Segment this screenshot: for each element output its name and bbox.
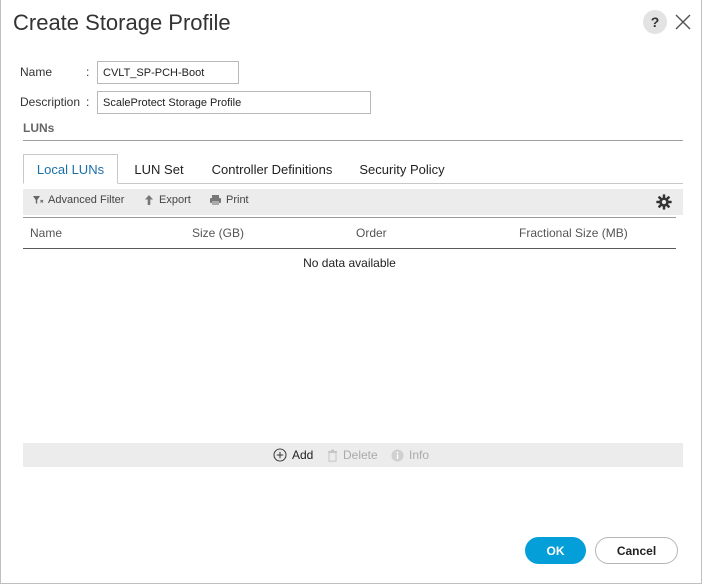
add-label: Add [292, 448, 314, 462]
export-label: Export [159, 194, 191, 206]
print-button[interactable]: Print [209, 194, 249, 206]
trash-icon [328, 449, 337, 462]
empty-table-message: No data available [303, 256, 396, 270]
tab-security-policy[interactable]: Security Policy [351, 154, 453, 184]
print-label: Print [226, 194, 249, 206]
description-label: Description [20, 95, 81, 109]
info-button[interactable]: Info [391, 448, 429, 462]
cancel-button[interactable]: Cancel [595, 537, 678, 564]
close-icon [675, 14, 691, 30]
description-input[interactable] [97, 91, 371, 114]
dialog-title: Create Storage Profile [13, 10, 231, 35]
table-toolbar: Advanced Filter Export Print [23, 189, 683, 215]
ok-button[interactable]: OK [525, 537, 586, 564]
name-colon: : [86, 65, 90, 79]
advanced-filter-button[interactable]: Advanced Filter [32, 194, 124, 206]
plus-circle-icon [273, 448, 287, 462]
table-header-top-rule [23, 217, 676, 218]
table-actions-bar: Add Delete Info [23, 443, 683, 467]
column-header-fractional-size[interactable]: Fractional Size (MB) [519, 226, 628, 240]
advanced-filter-label: Advanced Filter [48, 194, 125, 206]
table-header-bottom-rule [23, 248, 676, 249]
help-button[interactable]: ? [643, 10, 667, 34]
tab-controller-definitions[interactable]: Controller Definitions [205, 154, 339, 184]
name-input[interactable] [97, 61, 239, 84]
export-icon [145, 195, 153, 205]
luns-section-title: LUNs [23, 121, 55, 135]
help-icon: ? [650, 14, 660, 30]
column-header-name[interactable]: Name [30, 226, 62, 240]
gear-icon[interactable] [655, 193, 673, 211]
create-storage-profile-dialog: Create Storage Profile ? Name : Descript… [0, 0, 702, 584]
export-button[interactable]: Export [143, 194, 191, 206]
column-header-size[interactable]: Size (GB) [192, 226, 244, 240]
delete-button[interactable]: Delete [327, 448, 378, 462]
add-button[interactable]: Add [273, 448, 313, 462]
delete-label: Delete [343, 448, 378, 462]
name-label: Name [20, 65, 53, 79]
info-label: Info [409, 448, 430, 462]
printer-icon [210, 195, 221, 205]
close-button[interactable] [673, 12, 693, 32]
column-header-order[interactable]: Order [356, 226, 387, 240]
info-icon [391, 449, 404, 461]
filter-icon [33, 196, 44, 204]
description-colon: : [86, 95, 90, 109]
tab-local-luns[interactable]: Local LUNs [23, 154, 118, 184]
tab-lun-set[interactable]: LUN Set [123, 154, 195, 184]
section-divider [23, 140, 683, 141]
